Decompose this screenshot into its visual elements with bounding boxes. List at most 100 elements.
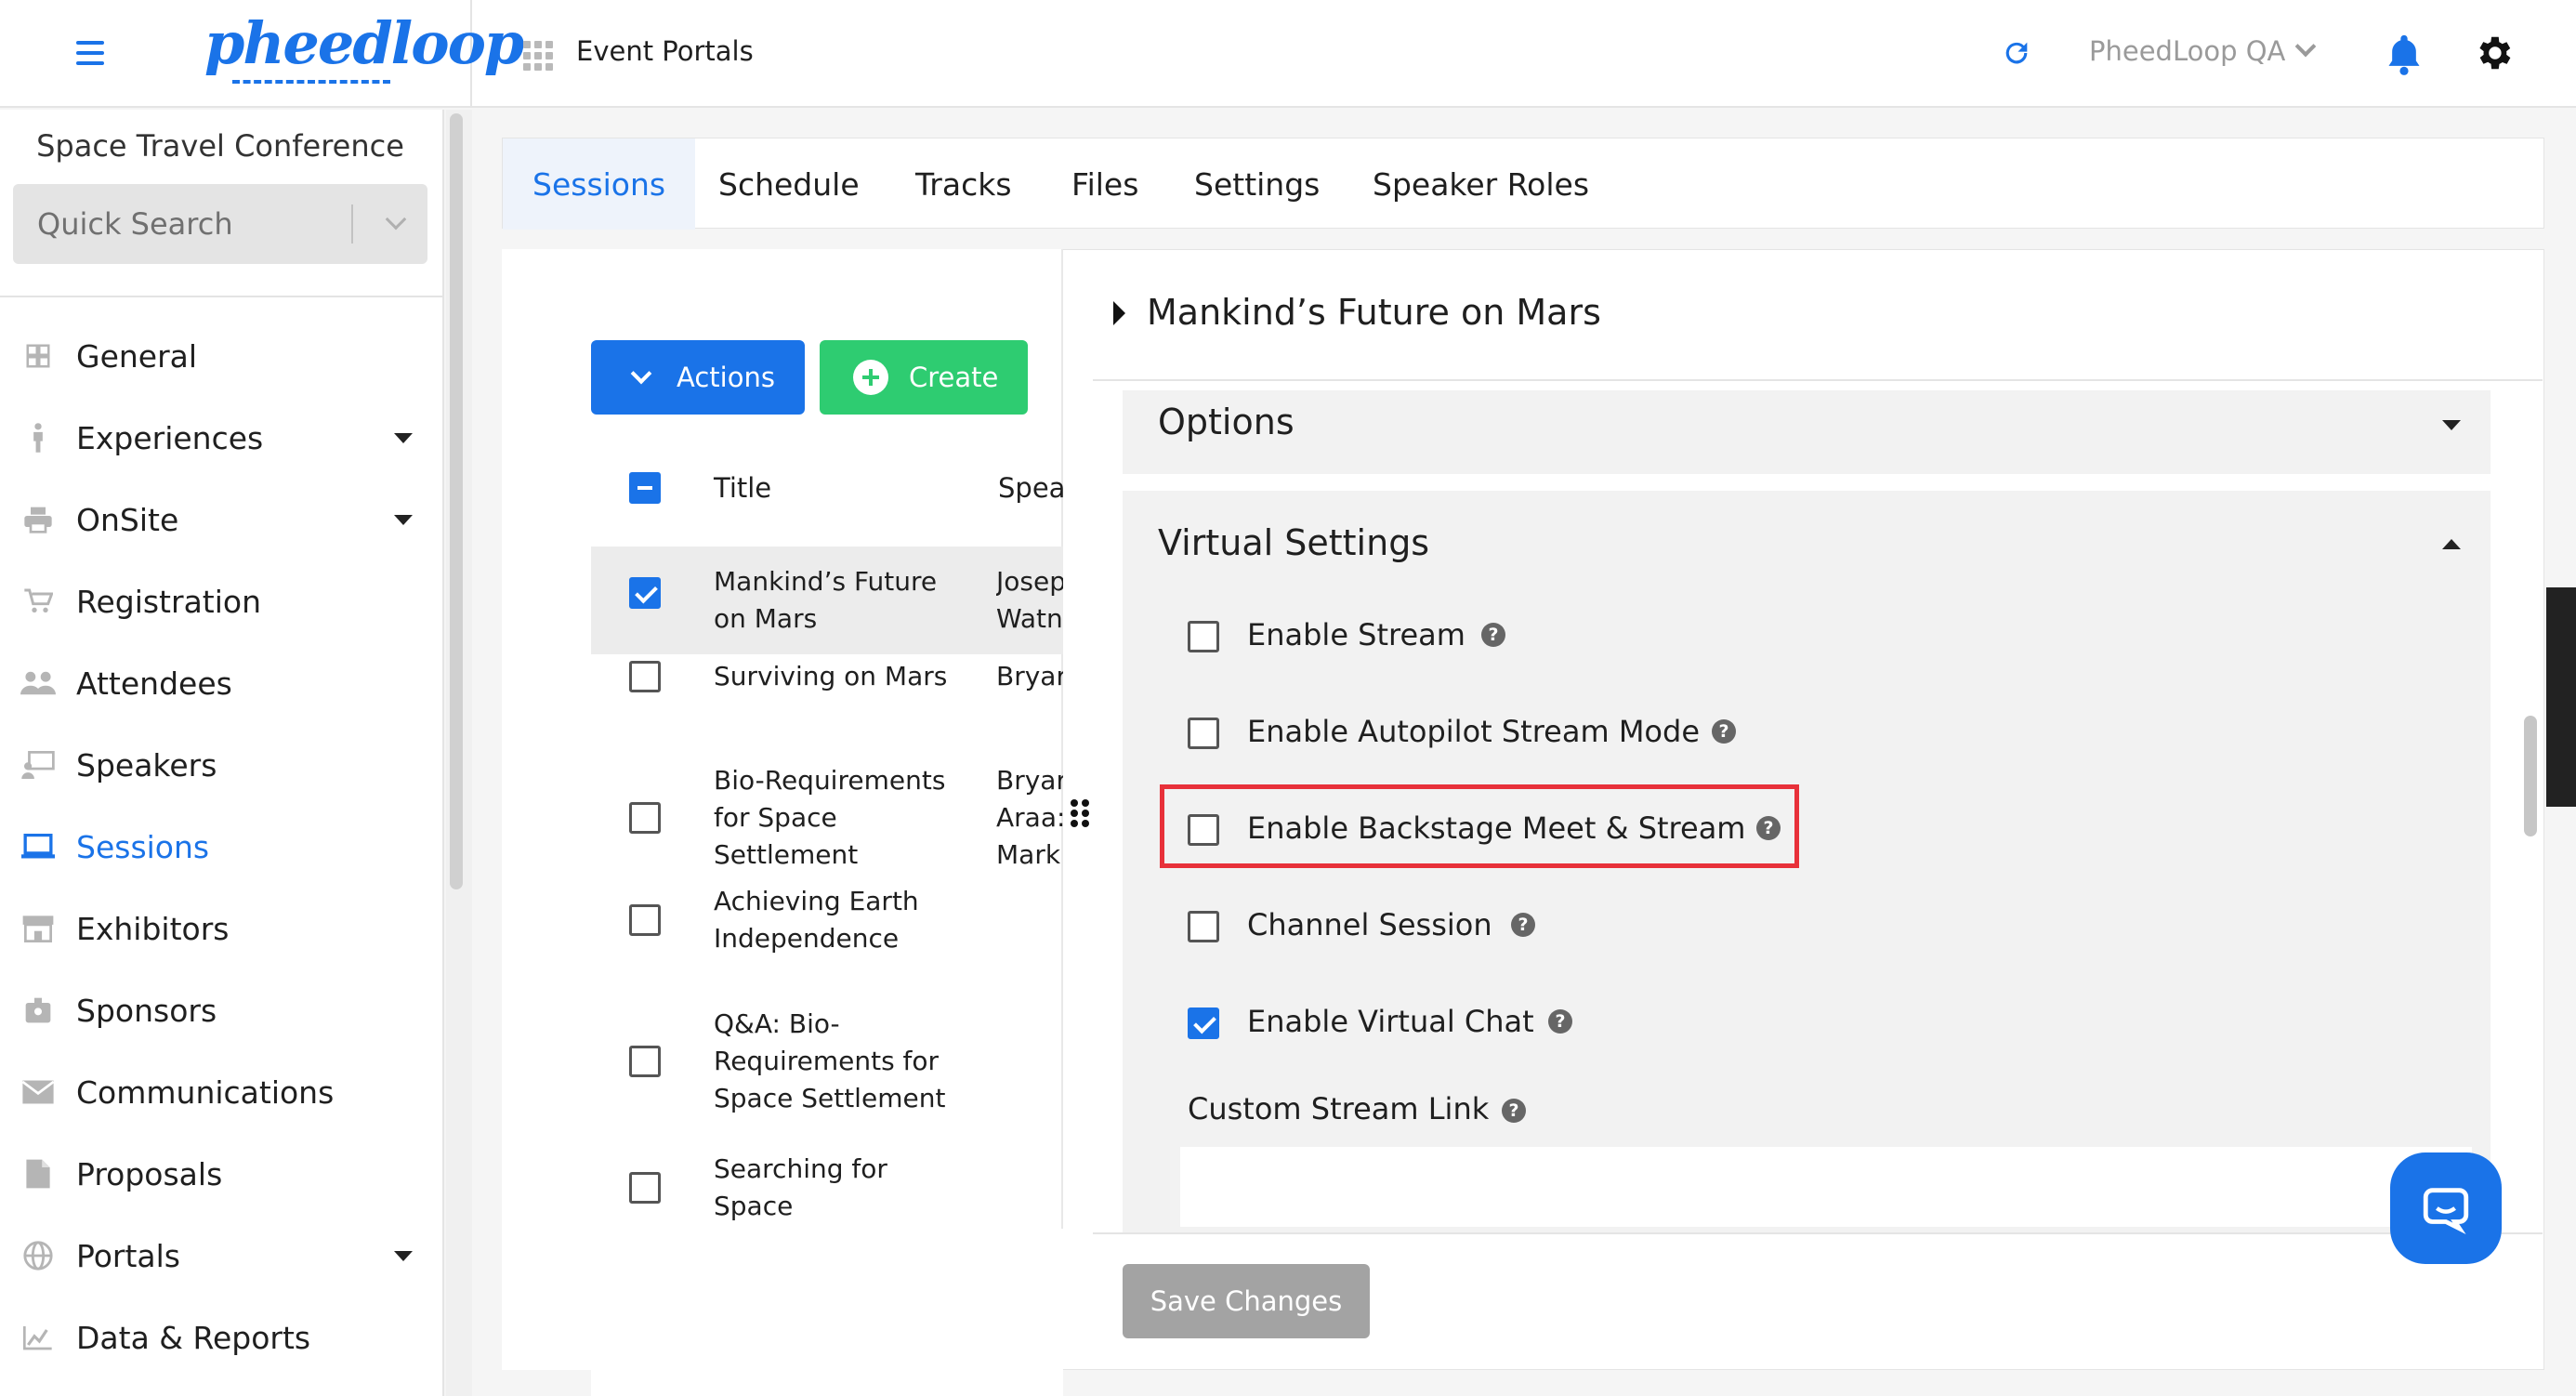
custom-stream-link-input[interactable] — [1180, 1147, 2472, 1227]
row-checkbox[interactable] — [629, 661, 661, 692]
session-title-cell[interactable]: Searching for Space — [714, 1151, 887, 1225]
sidebar-item-registration[interactable]: Registration — [0, 569, 440, 634]
enable-autopilot-checkbox[interactable] — [1188, 718, 1219, 749]
help-icon[interactable]: ? — [1548, 1009, 1572, 1034]
caret-right-icon[interactable] — [1113, 301, 1125, 325]
feedback-tab[interactable] — [2546, 587, 2576, 807]
globe-icon — [20, 1238, 56, 1273]
title-line: Mankind’s Future — [714, 566, 938, 597]
refresh-icon[interactable] — [2001, 37, 2032, 69]
grid-icon — [20, 338, 56, 374]
tab-tracks[interactable]: Tracks — [915, 138, 1012, 230]
speaker-cell: Bryar Araa: Mark — [996, 762, 1063, 874]
session-title-cell[interactable]: Achieving Earth Independence — [714, 883, 919, 957]
sidebar-item-sponsors[interactable]: Sponsors — [0, 978, 440, 1043]
help-icon[interactable]: ? — [1756, 816, 1781, 840]
sidebar-item-label: Speakers — [76, 746, 217, 784]
column-header-title[interactable]: Title — [714, 472, 771, 504]
title-line: Space Settlement — [714, 1083, 946, 1113]
enable-backstage-label: Enable Backstage Meet & Stream — [1247, 810, 1746, 846]
help-icon[interactable]: ? — [1712, 719, 1736, 744]
enable-virtual-chat-checkbox[interactable] — [1188, 1007, 1219, 1039]
options-accordion[interactable] — [1123, 390, 2491, 474]
sidebar-item-general[interactable]: General — [0, 323, 440, 389]
app-grid-icon[interactable] — [523, 41, 553, 71]
sidebar-item-label: Proposals — [76, 1155, 223, 1192]
sidebar-item-onsite[interactable]: OnSite — [0, 487, 440, 552]
sidebar-item-speakers[interactable]: Speakers — [0, 732, 440, 797]
help-icon[interactable]: ? — [1481, 623, 1505, 647]
drag-handle-icon[interactable] — [1071, 799, 1089, 827]
sidebar-item-portals[interactable]: Portals — [0, 1223, 440, 1288]
tab-schedule[interactable]: Schedule — [718, 138, 860, 230]
quick-search[interactable] — [13, 184, 427, 264]
sidebar-item-label: OnSite — [76, 501, 179, 538]
search-input[interactable] — [37, 201, 344, 247]
caret-down-icon[interactable] — [2442, 420, 2461, 430]
divider — [1093, 1232, 2543, 1234]
row-checkbox[interactable] — [629, 1172, 661, 1204]
title-line: Space — [714, 1191, 794, 1221]
help-icon[interactable]: ? — [1502, 1099, 1526, 1123]
session-title-cell[interactable]: Bio-Requirements for Space Settlement — [714, 762, 945, 874]
actions-button[interactable]: Actions — [591, 340, 805, 415]
sidebar-item-label: Experiences — [76, 419, 264, 456]
person-icon — [20, 420, 56, 455]
create-label: Create — [909, 362, 999, 393]
chat-bubble-icon[interactable] — [2390, 1152, 2502, 1264]
org-name: PheedLoop QA — [2089, 35, 2286, 67]
sidebar-item-label: General — [76, 337, 198, 375]
session-title: Mankind’s Future on Mars — [1147, 292, 1601, 333]
caret-down-icon — [394, 514, 413, 525]
sidebar-item-proposals[interactable]: Proposals — [0, 1141, 440, 1206]
org-switcher[interactable]: PheedLoop QA — [2089, 35, 2317, 67]
save-changes-button[interactable]: Save Changes — [1123, 1264, 1370, 1338]
hamburger-icon[interactable] — [76, 41, 104, 65]
title-line: Bio-Requirements — [714, 765, 946, 796]
chevron-down-icon[interactable] — [385, 208, 407, 230]
select-all-checkbox[interactable] — [629, 472, 661, 504]
logo[interactable]: pheedloop — [204, 9, 524, 77]
actions-label: Actions — [677, 362, 775, 393]
sidebar-scrollbar[interactable] — [450, 113, 463, 889]
document-icon — [20, 1156, 56, 1192]
tab-sessions[interactable]: Sessions — [503, 138, 696, 230]
tab-settings[interactable]: Settings — [1194, 138, 1320, 230]
help-icon[interactable]: ? — [1511, 913, 1535, 937]
tab-speaker-roles[interactable]: Speaker Roles — [1373, 138, 1589, 230]
tab-files[interactable]: Files — [1071, 138, 1138, 230]
detail-scrollbar[interactable] — [2524, 716, 2537, 836]
channel-session-checkbox[interactable] — [1188, 911, 1219, 942]
enable-backstage-checkbox[interactable] — [1188, 814, 1219, 846]
gear-icon[interactable] — [2472, 32, 2515, 74]
logo-underline — [232, 78, 390, 84]
search-separator — [351, 204, 353, 244]
virtual-settings-title[interactable]: Virtual Settings — [1158, 522, 1429, 563]
sidebar-item-experiences[interactable]: Experiences — [0, 405, 440, 470]
sidebar-item-label: Exhibitors — [76, 910, 230, 947]
bell-icon[interactable] — [2384, 32, 2425, 76]
row-checkbox[interactable] — [629, 904, 661, 936]
row-checkbox[interactable] — [629, 577, 661, 609]
speaker-line: Bryar — [996, 661, 1063, 691]
people-icon — [20, 665, 56, 701]
session-title-cell[interactable]: Q&A: Bio- Requirements for Space Settlemen… — [714, 1006, 945, 1117]
sidebar-item-communications[interactable]: Communications — [0, 1060, 440, 1125]
sidebar-item-exhibitors[interactable]: Exhibitors — [0, 896, 440, 961]
sidebar-item-attendees[interactable]: Attendees — [0, 651, 440, 716]
tab-bar: Sessions Schedule Tracks Files Settings … — [502, 138, 2544, 230]
sidebar-item-data-reports[interactable]: Data & Reports — [0, 1305, 440, 1370]
badge-icon — [20, 993, 56, 1028]
enable-stream-checkbox[interactable] — [1188, 621, 1219, 652]
session-title-cell[interactable]: Mankind’s Future on Mars — [714, 563, 937, 638]
session-title-cell[interactable]: Surviving on Mars — [714, 658, 947, 695]
column-header-speaker[interactable]: Spea — [998, 472, 1065, 504]
caret-up-icon[interactable] — [2442, 539, 2461, 549]
speaker-line: Araa: — [996, 802, 1063, 833]
sidebar-item-sessions[interactable]: Sessions — [0, 814, 440, 879]
create-button[interactable]: Create — [820, 340, 1028, 415]
row-checkbox[interactable] — [629, 802, 661, 834]
title-line: for Space — [714, 802, 837, 833]
channel-session-label: Channel Session — [1247, 907, 1492, 942]
row-checkbox[interactable] — [629, 1046, 661, 1077]
